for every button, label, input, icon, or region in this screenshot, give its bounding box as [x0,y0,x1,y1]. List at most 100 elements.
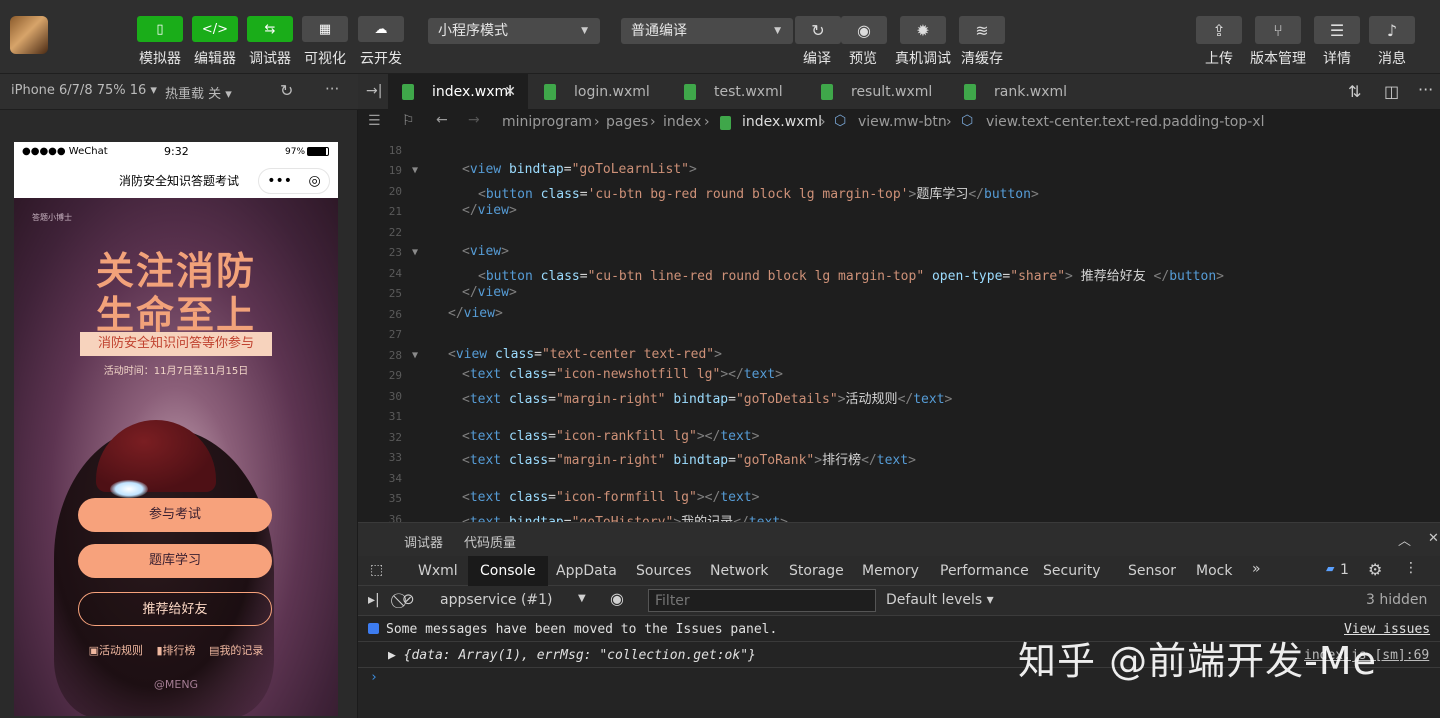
line-number: 36 [388,513,402,522]
breadcrumb-index[interactable]: index [663,114,701,130]
poster-watermark: @MENG [153,678,199,691]
mode-select[interactable]: 小程序模式 ▼ [428,18,600,44]
line-number: 27 [388,328,402,341]
tab-security[interactable]: Security [1031,556,1113,586]
back-arrow-icon[interactable]: ← [436,112,448,128]
code-editor[interactable]: 18 19 20 21 22 23 24 25 26 27 28 29 30 3… [358,136,1440,522]
tab-storage[interactable]: Storage [777,556,856,586]
tab-code-quality[interactable]: 代码质量 [464,532,516,551]
exam-button[interactable]: 参与考试 [78,498,272,532]
split-editor-icon[interactable]: ◫ [1384,82,1399,101]
tab-result-wxml[interactable]: result.wxml [807,74,947,110]
debug-icon: ⇆ [264,21,276,37]
breadcrumb-miniprogram[interactable]: miniprogram [502,114,592,130]
tab-index-wxml[interactable]: index.wxml ✕ [388,74,528,110]
inspect-icon[interactable]: ⬚ [370,562,383,578]
fold-chevron-icon[interactable]: ▼ [412,350,418,361]
console-object-text[interactable]: ▶ {data: Array(1), errMsg: "collection.g… [388,648,756,663]
sidebar-toggle-icon[interactable]: ▸| [368,592,380,608]
line-number: 23 [388,246,402,259]
app-avatar[interactable] [10,16,48,54]
tab-mock[interactable]: Mock [1184,556,1244,586]
share-button[interactable]: 推荐给好友 [78,592,272,626]
gear-icon[interactable]: ⚙ [1368,560,1382,579]
rotate-icon[interactable]: ↻ [280,81,293,100]
tab-test-wxml[interactable]: test.wxml [670,74,808,110]
close-icon[interactable]: ✕ [1428,531,1439,546]
history-link[interactable]: ▤我的记录 [209,644,263,657]
hot-reload-toggle[interactable]: 热重载 关 ▾ [165,83,232,102]
tab-sources[interactable]: Sources [624,556,703,586]
fold-chevron-icon[interactable]: ▼ [412,247,418,258]
carrier-text: ●●●●● WeChat [22,146,108,157]
device-select[interactable]: iPhone 6/7/8 75% 16 ▾ [11,83,157,98]
battery-icon [307,147,329,156]
version-button[interactable]: ⑂ [1255,16,1301,44]
cloud-icon: ☁ [374,21,388,37]
tab-memory[interactable]: Memory [850,556,931,586]
collapse-sidebar-icon[interactable]: →| [366,83,382,99]
branch-icon: ⑂ [1273,20,1283,40]
log-levels-select[interactable]: Default levels ▾ [886,592,994,608]
breadcrumb-file[interactable]: index.wxml [742,114,822,130]
context-select[interactable]: appservice (#1) [440,592,553,608]
details-label: 详情 [1323,51,1351,67]
tab-login-wxml[interactable]: login.wxml [530,74,668,110]
preview-button[interactable]: ◉ [841,16,887,44]
bookmark-icon[interactable]: ⚐ [402,113,415,129]
tab-console[interactable]: Console [468,556,548,586]
question-bank-button[interactable]: 题库学习 [78,544,272,578]
compile-button[interactable]: ↻ [795,16,841,44]
more-tabs-icon[interactable]: » [1252,561,1261,577]
compile-select[interactable]: 普通编译 ▼ [621,18,793,44]
more-dots-icon[interactable]: ••• [267,173,292,189]
chevron-down-icon[interactable]: ▼ [578,593,586,604]
rules-link[interactable]: ▣活动规则 [89,644,143,657]
fold-chevron-icon[interactable]: ▼ [412,165,418,176]
clear-cache-label: 清缓存 [961,51,1003,67]
issues-icon[interactable]: ▰ [1326,562,1334,575]
close-icon[interactable]: ✕ [504,74,516,110]
console-prompt[interactable]: › [370,670,378,685]
more-vertical-icon[interactable]: ⋮ [1404,560,1418,576]
capsule-menu[interactable]: ••• ◎ [258,168,330,194]
tab-appdata[interactable]: AppData [544,556,629,586]
diff-icon[interactable]: ⇅ [1348,82,1361,101]
simulator-button[interactable]: ▯ [137,16,183,45]
upload-button[interactable]: ⇪ [1196,16,1242,44]
block-icon[interactable]: ⊘ [402,590,415,608]
cloud-dev-button[interactable]: ☁ [358,16,404,45]
eye-icon[interactable]: ◉ [610,589,624,608]
code-line: <text class="icon-newshotfill lg"></text… [462,367,783,382]
breadcrumb-view-mw-btn[interactable]: view.mw-btn [858,114,947,130]
tab-performance[interactable]: Performance [928,556,1041,586]
more-icon[interactable]: ··· [325,80,339,98]
tab-rank-wxml[interactable]: rank.wxml [950,74,1090,110]
clear-cache-button[interactable]: ≋ [959,16,1005,44]
breadcrumb-pages[interactable]: pages [606,114,648,130]
refresh-icon: ↻ [811,20,825,40]
debugger-button[interactable]: ⇆ [247,16,293,45]
visual-button[interactable]: ▦ [302,16,348,45]
close-circle-icon[interactable]: ◎ [309,173,321,189]
tab-network[interactable]: Network [698,556,780,586]
rank-link[interactable]: ▮排行榜 [156,644,195,657]
remote-debug-button[interactable]: ✹ [900,16,946,44]
wxml-file-icon [684,84,696,100]
tab-wxml[interactable]: Wxml [406,556,470,586]
layers-icon: ≋ [975,20,989,40]
messages-button[interactable]: ♪ [1369,16,1415,44]
code-line: <text class="icon-rankfill lg"></text> [462,429,760,444]
tab-debugger[interactable]: 调试器 [404,532,443,551]
collapse-panel-icon[interactable]: ︿ [1398,530,1411,549]
more-icon[interactable]: ··· [1418,80,1433,99]
tab-sensor[interactable]: Sensor [1116,556,1188,586]
breadcrumb-view-text-center[interactable]: view.text-center.text-red.padding-top-xl [986,114,1264,130]
forward-arrow-icon[interactable]: → [468,112,480,128]
editor-button[interactable]: </> [192,16,238,45]
menu-icon: ☰ [1329,20,1345,40]
details-button[interactable]: ☰ [1314,16,1360,44]
issues-count[interactable]: 1 [1340,562,1349,578]
list-icon[interactable]: ☰ [368,113,381,129]
console-filter-input[interactable] [648,589,876,612]
